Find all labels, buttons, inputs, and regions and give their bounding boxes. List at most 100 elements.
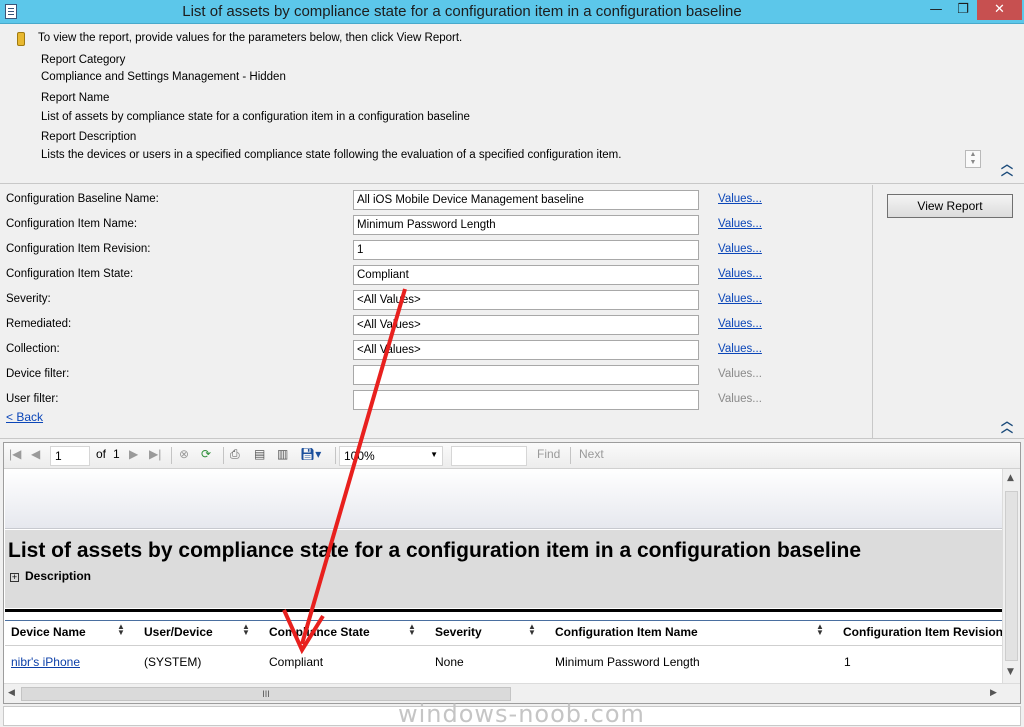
configuration-item-revision-input[interactable] [353, 240, 699, 260]
toolbar-separator [223, 447, 224, 464]
table-cell: Compliant [269, 655, 324, 669]
column-header[interactable]: Device Name [11, 625, 86, 639]
expand-icon: + [10, 572, 19, 582]
configuration-item-state-input[interactable] [353, 265, 699, 285]
report-description-label: Report Description [41, 131, 137, 143]
table-cell: 1 [844, 655, 851, 669]
first-page-icon[interactable]: |◀ [9, 447, 21, 461]
horizontal-scroll-thumb[interactable]: III [21, 687, 511, 701]
param-label: Configuration Item State: [6, 268, 134, 280]
zoom-select[interactable]: 100% ▼ [339, 446, 443, 466]
values-link-disabled: Values... [718, 368, 762, 380]
column-header[interactable]: Compliance State [269, 625, 370, 639]
values-link[interactable]: Values... [718, 293, 762, 305]
collapse-params-icon[interactable]: ︿ ︿ [1000, 415, 1014, 434]
param-label: Device filter: [6, 368, 70, 380]
report-description-value: Lists the devices or users in a specifie… [41, 149, 622, 161]
scroll-left-icon[interactable]: ◀ [8, 688, 15, 698]
collection-input[interactable] [353, 340, 699, 360]
find-input[interactable] [451, 446, 527, 466]
values-link[interactable]: Values... [718, 243, 762, 255]
values-link-disabled: Values... [718, 393, 762, 405]
print-icon[interactable]: ⎙ [230, 447, 240, 462]
vertical-scrollbar[interactable]: ▲ ▼ [1002, 469, 1020, 683]
values-link[interactable]: Values... [718, 318, 762, 330]
chevron-down-icon: ▼ [430, 450, 438, 459]
table-top-rule [5, 609, 1002, 612]
page-of-label: of [96, 447, 107, 461]
description-label: Description [25, 569, 92, 583]
configuration-item-name-input[interactable] [353, 215, 699, 235]
info-scroll-control[interactable]: ▲ ▼ [965, 150, 981, 168]
vertical-scroll-thumb[interactable] [1005, 491, 1018, 661]
column-header[interactable]: Configuration Item Name [555, 625, 698, 639]
column-header[interactable]: User/Device [144, 625, 213, 639]
param-label: Severity: [6, 293, 51, 305]
previous-page-icon[interactable]: ◀ [31, 447, 40, 461]
configuration-baseline-name-input[interactable] [353, 190, 699, 210]
sort-icon[interactable]: ▲ ▼ [816, 623, 824, 637]
export-icon[interactable]: 💾︎▾ [300, 447, 321, 461]
maximize-button[interactable]: ❐ [950, 0, 976, 20]
next-page-icon[interactable]: ▶ [129, 447, 138, 461]
param-label: Configuration Baseline Name: [6, 193, 159, 205]
collapse-info-icon[interactable]: ︿ ︿ [1000, 158, 1014, 177]
zoom-value: 100% [344, 449, 375, 463]
description-toggle[interactable]: + Description [10, 569, 124, 603]
page-number-input[interactable]: 1 [50, 446, 90, 466]
last-page-icon[interactable]: ▶| [149, 447, 161, 461]
find-button[interactable]: Find [537, 447, 560, 461]
device-name-link[interactable]: nibr's iPhone [11, 655, 80, 669]
toolbar-separator [335, 447, 336, 464]
table-header-rule [5, 620, 1002, 621]
report-toolbar: |◀ ◀ 1 of 1 ▶ ▶| ⊗ ⟳ ⎙ ▤ ▥ 💾︎▾ 100% ▼ Fin… [4, 443, 1020, 469]
values-link[interactable]: Values... [718, 343, 762, 355]
print-layout-icon[interactable]: ▤ [254, 447, 265, 461]
table-cell: None [435, 655, 464, 669]
scroll-down-icon[interactable]: ▼ [1007, 667, 1014, 677]
watermark: windows-noob.com [398, 700, 645, 727]
table-cell-device-name[interactable]: nibr's iPhone [11, 655, 80, 669]
parameters-panel: Configuration Baseline Name: Values... C… [0, 185, 872, 438]
sort-icon[interactable]: ▲ ▼ [408, 623, 416, 637]
report-title: List of assets by compliance state for a… [8, 539, 862, 562]
next-button[interactable]: Next [579, 447, 604, 461]
sort-icon[interactable]: ▲ ▼ [528, 623, 536, 637]
page-setup-icon[interactable]: ▥ [277, 447, 288, 461]
param-label: Collection: [6, 343, 60, 355]
param-label: User filter: [6, 393, 59, 405]
page-total: 1 [113, 447, 120, 461]
back-link[interactable]: < Back [6, 410, 43, 424]
toolbar-separator [570, 447, 571, 464]
instruction-text: To view the report, provide values for t… [38, 32, 463, 44]
window-title: List of assets by compliance state for a… [182, 3, 742, 20]
section-divider [0, 438, 1024, 440]
user-filter-input[interactable] [353, 390, 699, 410]
table-cell: (SYSTEM) [144, 655, 202, 669]
scroll-right-icon[interactable]: ▶ [990, 688, 997, 698]
stop-icon[interactable]: ⊗ [179, 447, 189, 461]
refresh-icon[interactable]: ⟳ [201, 447, 211, 461]
device-filter-input[interactable] [353, 365, 699, 385]
sort-icon[interactable]: ▲ ▼ [117, 623, 125, 637]
param-label: Configuration Item Revision: [6, 243, 151, 255]
minimize-button[interactable]: — [923, 0, 949, 20]
values-link[interactable]: Values... [718, 268, 762, 280]
values-link[interactable]: Values... [718, 218, 762, 230]
report-name-value: List of assets by compliance state for a… [41, 111, 470, 123]
column-header[interactable]: Configuration Item Revision [843, 625, 1002, 639]
sort-icon[interactable]: ▲ ▼ [242, 623, 250, 637]
info-icon [17, 32, 25, 46]
remediated-input[interactable] [353, 315, 699, 335]
report-category-value: Compliance and Settings Management - Hid… [41, 71, 286, 83]
view-report-button[interactable]: View Report [887, 194, 1013, 218]
severity-input[interactable] [353, 290, 699, 310]
column-header[interactable]: Severity [435, 625, 482, 639]
close-button[interactable]: ✕ [977, 0, 1022, 20]
header-separator [5, 645, 1002, 646]
report-category-label: Report Category [41, 54, 126, 66]
scroll-up-icon[interactable]: ▲ [1007, 473, 1014, 483]
toolbar-separator [171, 447, 172, 464]
values-link[interactable]: Values... [718, 193, 762, 205]
report-header-band [5, 469, 1002, 529]
